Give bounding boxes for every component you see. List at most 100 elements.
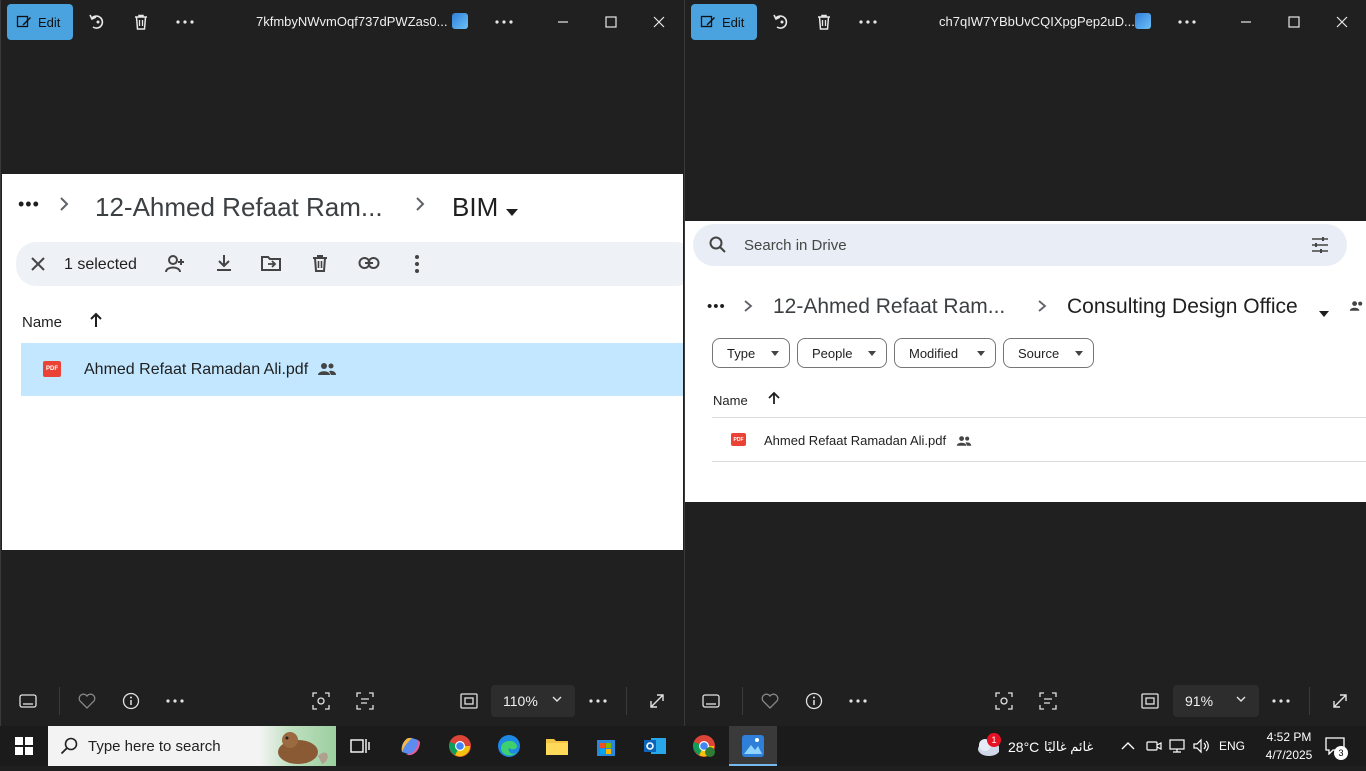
- windows-start-icon[interactable]: [12, 734, 36, 758]
- favorite-heart-icon[interactable]: [758, 689, 782, 713]
- taskbar-search-box[interactable]: Type here to search: [48, 726, 336, 766]
- network-icon[interactable]: [1165, 734, 1189, 758]
- caret-down-icon: [1075, 351, 1083, 356]
- maximize-icon[interactable]: [599, 10, 623, 34]
- text-scan-icon[interactable]: [353, 689, 377, 713]
- edge-icon[interactable]: [497, 734, 521, 758]
- trash-icon[interactable]: [310, 253, 330, 278]
- chrome-profile-icon[interactable]: [692, 734, 716, 758]
- divider: [712, 461, 1366, 462]
- sort-ascending-icon[interactable]: [767, 391, 781, 410]
- search-options-icon[interactable]: [1311, 236, 1329, 259]
- microsoft-store-icon[interactable]: [594, 734, 618, 758]
- caret-down-icon: [771, 351, 779, 356]
- minimize-icon[interactable]: [551, 10, 575, 34]
- sort-ascending-icon[interactable]: [88, 311, 104, 334]
- fit-to-window-icon[interactable]: [457, 689, 481, 713]
- breadcrumb-more[interactable]: •••: [18, 194, 40, 215]
- close-icon[interactable]: [647, 10, 671, 34]
- more-options-icon[interactable]: [163, 689, 187, 713]
- more-options-icon[interactable]: [846, 689, 870, 713]
- separator: [626, 687, 627, 715]
- favorite-heart-icon[interactable]: [75, 689, 99, 713]
- taskbar-search-placeholder: Type here to search: [88, 738, 221, 755]
- chevron-up-icon[interactable]: [1116, 734, 1140, 758]
- zoom-level: 110%: [503, 693, 538, 709]
- name-column-header[interactable]: Name: [713, 393, 748, 408]
- info-icon[interactable]: [802, 689, 826, 713]
- maximize-icon[interactable]: [1282, 10, 1306, 34]
- visual-search-icon[interactable]: [309, 689, 333, 713]
- rotate-icon[interactable]: [769, 10, 793, 34]
- filter-chip-source[interactable]: Source: [1003, 338, 1094, 368]
- input-language[interactable]: ENG: [1219, 739, 1245, 753]
- shared-people-icon: [956, 434, 972, 452]
- caret-down-icon[interactable]: [506, 204, 518, 222]
- more-options-icon[interactable]: [1269, 689, 1293, 713]
- text-scan-icon[interactable]: [1036, 689, 1060, 713]
- copilot-icon[interactable]: [398, 734, 422, 758]
- visual-search-icon[interactable]: [992, 689, 1016, 713]
- title-more-icon[interactable]: [1175, 10, 1199, 34]
- outlook-icon[interactable]: [643, 734, 667, 758]
- fit-to-window-icon[interactable]: [1138, 689, 1162, 713]
- chrome-icon[interactable]: [448, 734, 472, 758]
- download-icon[interactable]: [214, 253, 234, 278]
- delete-icon[interactable]: [812, 10, 836, 34]
- file-explorer-icon[interactable]: [545, 734, 569, 758]
- filmstrip-icon[interactable]: [16, 689, 40, 713]
- caret-down-icon[interactable]: [1319, 304, 1329, 322]
- info-icon[interactable]: [119, 689, 143, 713]
- chevron-right-icon: [743, 299, 753, 318]
- filter-chip-people[interactable]: People: [797, 338, 887, 368]
- file-row-selected[interactable]: PDF Ahmed Refaat Ramadan Ali.pdf: [21, 343, 683, 396]
- full-screen-icon[interactable]: [1328, 689, 1352, 713]
- search-highlight-image: [260, 726, 336, 766]
- app-badge-icon: [452, 13, 468, 29]
- breadcrumb-current[interactable]: Consulting Design Office: [1067, 295, 1298, 319]
- task-view-icon[interactable]: [348, 734, 372, 758]
- move-to-folder-icon[interactable]: [260, 253, 282, 278]
- filter-chip-modified[interactable]: Modified: [894, 338, 996, 368]
- more-actions-icon[interactable]: [414, 254, 420, 279]
- edit-button[interactable]: Edit: [7, 4, 73, 40]
- photos-taskbar-button-active[interactable]: [729, 726, 777, 766]
- share-person-add-icon[interactable]: [164, 253, 186, 280]
- file-row[interactable]: PDF Ahmed Refaat Ramadan Ali.pdf: [712, 418, 1366, 461]
- filmstrip-icon[interactable]: [699, 689, 723, 713]
- filter-chip-type[interactable]: Type: [712, 338, 790, 368]
- weather-condition[interactable]: غائم غالبًا: [1044, 739, 1093, 755]
- more-options-icon[interactable]: [586, 689, 610, 713]
- minimize-icon[interactable]: [1234, 10, 1258, 34]
- close-icon[interactable]: [1330, 10, 1354, 34]
- clock-date[interactable]: 4/7/2025: [1256, 748, 1322, 762]
- clear-selection-icon[interactable]: [30, 256, 46, 277]
- breadcrumb-parent[interactable]: 12-Ahmed Refaat Ram...: [773, 295, 1005, 319]
- drive-search-box[interactable]: Search in Drive: [693, 224, 1347, 266]
- zoom-dropdown[interactable]: 110%: [491, 685, 575, 717]
- breadcrumb-parent[interactable]: 12-Ahmed Refaat Ram...: [95, 192, 383, 223]
- chevron-right-icon: [58, 196, 70, 217]
- title-more-icon[interactable]: [492, 10, 516, 34]
- volume-icon[interactable]: [1189, 734, 1213, 758]
- copy-link-icon[interactable]: [358, 255, 380, 276]
- caret-down-icon: [868, 351, 876, 356]
- rotate-icon[interactable]: [85, 10, 109, 34]
- meet-now-icon[interactable]: [1142, 734, 1166, 758]
- zoom-dropdown[interactable]: 91%: [1173, 685, 1259, 717]
- drive-screenshot-right: Search in Drive ••• 12-Ahmed Refaat Ram.…: [685, 221, 1366, 502]
- chevron-right-icon: [1037, 299, 1047, 318]
- clock-time[interactable]: 4:52 PM: [1260, 730, 1318, 744]
- weather-temperature[interactable]: 28°C: [1008, 739, 1039, 755]
- shared-folder-icon: [1349, 299, 1365, 318]
- delete-icon[interactable]: [129, 10, 153, 34]
- edit-button[interactable]: Edit: [691, 4, 757, 40]
- breadcrumb-current[interactable]: BIM: [452, 192, 498, 223]
- name-column-header[interactable]: Name: [22, 314, 62, 331]
- full-screen-icon[interactable]: [645, 689, 669, 713]
- title-bar: Edit 7kfmbyNWvmOqf737dPWZas0...: [1, 0, 683, 44]
- more-options-icon[interactable]: [856, 10, 880, 34]
- breadcrumb-more[interactable]: •••: [707, 298, 726, 315]
- windows-taskbar: Type here to search 1 28°C غائم غالبًا E…: [0, 726, 1366, 766]
- more-options-icon[interactable]: [173, 10, 197, 34]
